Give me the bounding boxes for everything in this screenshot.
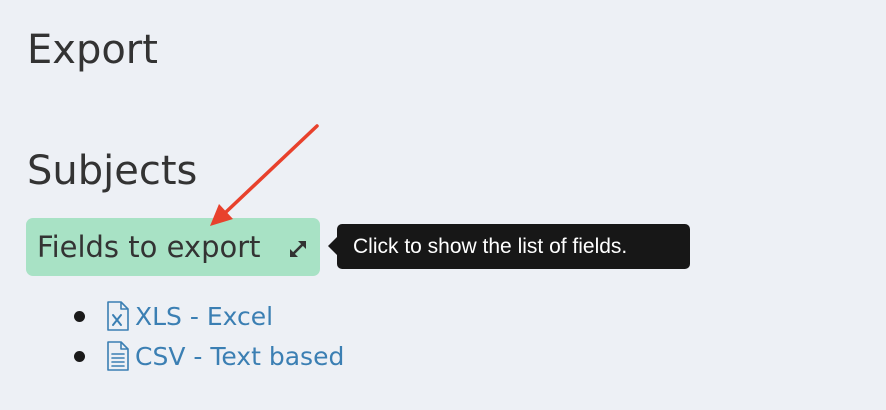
fields-to-export-toggle[interactable]: Fields to export bbox=[26, 218, 320, 276]
fields-to-export-label: Fields to export bbox=[37, 229, 261, 264]
bullet bbox=[74, 351, 85, 362]
expand-icon[interactable] bbox=[286, 237, 310, 261]
csv-export-link[interactable]: CSV - Text based bbox=[106, 341, 344, 371]
xls-export-link[interactable]: XLS - Excel bbox=[106, 301, 273, 331]
page-title: Export bbox=[27, 27, 158, 73]
xls-export-label: XLS - Excel bbox=[135, 301, 274, 331]
bullet bbox=[74, 311, 85, 322]
tooltip: Click to show the list of fields. bbox=[328, 224, 690, 269]
section-title: Subjects bbox=[27, 148, 198, 194]
text-file-icon bbox=[107, 341, 129, 371]
tooltip-text: Click to show the list of fields. bbox=[353, 235, 628, 258]
csv-export-label: CSV - Text based bbox=[135, 341, 345, 371]
excel-file-icon bbox=[107, 301, 129, 331]
